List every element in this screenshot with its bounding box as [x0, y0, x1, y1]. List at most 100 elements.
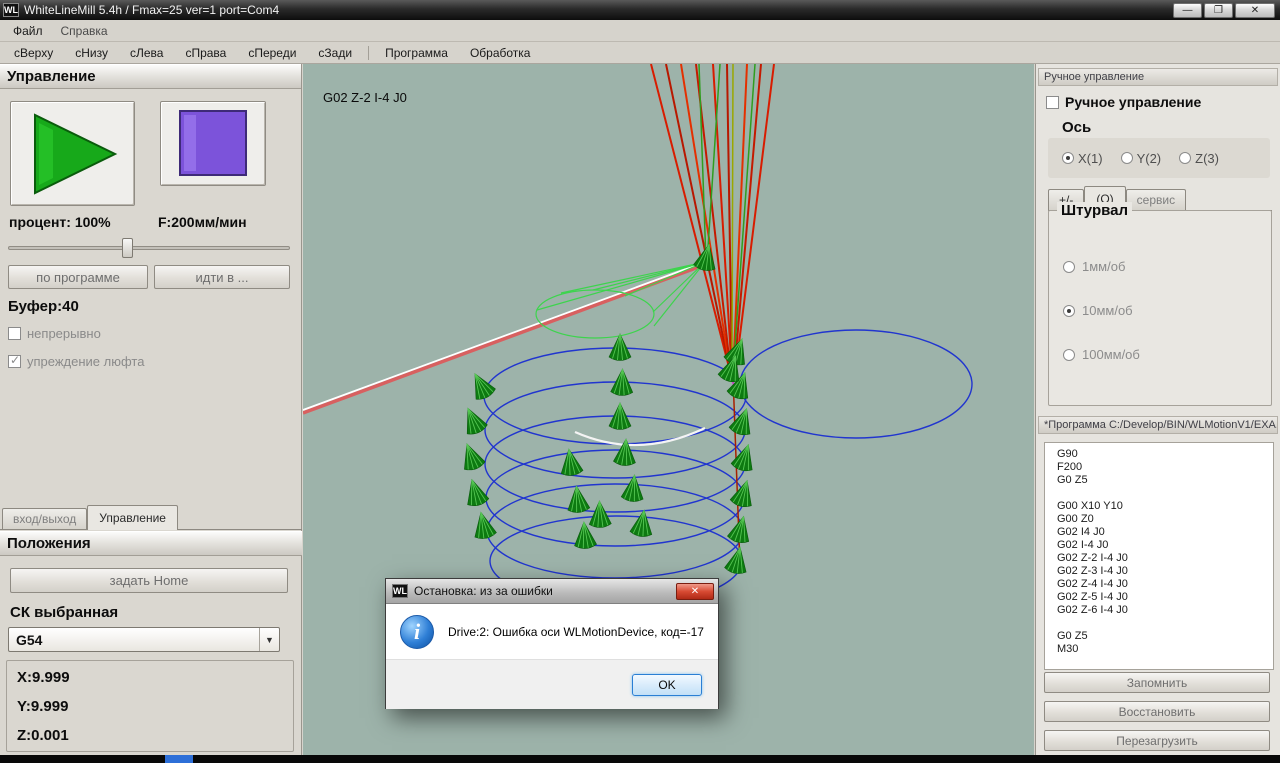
axis-x-radio[interactable]: X(1) — [1062, 151, 1103, 166]
wheel-1mm-radio[interactable]: 1мм/об — [1063, 259, 1125, 274]
positions-header: Положения — [0, 531, 302, 556]
stop-button[interactable] — [160, 101, 266, 186]
toolbar-processing[interactable]: Обработка — [462, 44, 539, 62]
x-position: X:9.999 — [17, 669, 70, 686]
toolbar-view-top[interactable]: сВерху — [6, 44, 61, 62]
backlash-checkbox-box[interactable] — [8, 353, 21, 368]
manual-control-checkbox[interactable]: Ручное управление — [1046, 94, 1201, 110]
handwheel-group-label: Штурвал — [1057, 202, 1132, 219]
error-message: Drive:2: Ошибка оси WLMotionDevice, код=… — [448, 624, 704, 639]
current-gcode-label: G02 Z-2 I-4 J0 — [323, 90, 407, 105]
window-title: WhiteLineMill 5.4h / Fmax=25 ver=1 port=… — [24, 3, 280, 17]
menu-file[interactable]: Файл — [4, 21, 52, 41]
start-button[interactable] — [10, 101, 135, 206]
axis-y-label: Y(2) — [1136, 150, 1162, 166]
axis-z-label: Z(3) — [1195, 150, 1219, 166]
restore-program-button[interactable]: Восстановить — [1044, 701, 1270, 722]
percent-label: процент: 100% — [9, 214, 111, 230]
error-dialog-body: i Drive:2: Ошибка оси WLMotionDevice, ко… — [386, 604, 718, 659]
reload-program-button[interactable]: Перезагрузить — [1044, 730, 1270, 751]
toolbar-separator — [368, 45, 370, 60]
position-readout-group: X:9.999 Y:9.999 Z:0.001 — [6, 660, 294, 752]
toolbar-view-bottom[interactable]: сНизу — [67, 44, 116, 62]
program-dock-caption[interactable]: *Программа C:/Develop/BIN/WLMotionV1/EXA… — [1038, 416, 1278, 434]
wheel-10mm-radio[interactable]: 10мм/об — [1063, 303, 1133, 318]
toolbar-view-left[interactable]: сЛева — [122, 44, 171, 62]
manual-control-panel: Ручное управление Ручное управление Ось … — [1035, 64, 1280, 755]
buffer-label: Буфер:40 — [8, 298, 79, 315]
tab-io[interactable]: вход/выход — [2, 508, 88, 529]
toolbar-view-right[interactable]: сПрава — [177, 44, 234, 62]
chevron-down-icon[interactable]: ▼ — [259, 628, 279, 651]
close-button[interactable]: ✕ — [1235, 2, 1275, 18]
feedrate-label: F:200мм/мин — [158, 214, 247, 230]
title-bar: WL WhiteLineMill 5.4h / Fmax=25 ver=1 po… — [0, 0, 1280, 20]
app-window: WL WhiteLineMill 5.4h / Fmax=25 ver=1 po… — [0, 0, 1280, 763]
axis-x-label: X(1) — [1078, 150, 1103, 166]
set-home-button[interactable]: задать Home — [10, 568, 288, 593]
tab-control[interactable]: Управление — [87, 505, 178, 530]
toolbar-view-front[interactable]: сПереди — [240, 44, 304, 62]
axis-z-radio-dot[interactable] — [1179, 152, 1192, 164]
left-tabbar: вход/выход Управление — [0, 505, 302, 530]
play-icon — [33, 112, 117, 195]
axis-y-radio[interactable]: Y(2) — [1120, 150, 1162, 166]
error-dialog-title: Остановка: из за ошибки — [414, 584, 553, 598]
manual-dock-caption[interactable]: Ручное управление — [1038, 68, 1278, 86]
maximize-button[interactable]: ❐ — [1204, 2, 1233, 18]
axis-header: Ось — [1062, 119, 1091, 136]
backlash-checkbox[interactable]: упреждение люфта — [8, 353, 145, 369]
handwheel-group: Штурвал 1мм/об 10мм/об 100мм/об — [1048, 202, 1272, 406]
coordinate-system-combobox[interactable]: G54 ▼ — [8, 627, 280, 652]
goto-button[interactable]: идти в ... — [154, 265, 290, 289]
axis-selector: X(1) Y(2) Z(3) — [1048, 138, 1270, 178]
cs-label: СК выбранная — [10, 604, 119, 621]
menu-bar: Файл Справка — [0, 20, 1280, 42]
manual-control-checkbox-label: Ручное управление — [1065, 94, 1202, 110]
window-controls: — ❐ ✕ — [1173, 2, 1275, 18]
error-dialog-titlebar: WL Остановка: из за ошибки ✕ — [386, 579, 718, 604]
run-by-program-button[interactable]: по программе — [8, 265, 148, 289]
wheel-100mm-label: 100мм/об — [1082, 347, 1140, 362]
taskbar-item[interactable] — [165, 755, 193, 763]
info-icon: i — [400, 614, 434, 649]
wheel-10mm-label: 10мм/об — [1082, 303, 1133, 318]
ok-button[interactable]: OK — [632, 673, 702, 696]
wheel-10mm-radio-dot[interactable] — [1063, 304, 1075, 317]
wheel-1mm-radio-dot[interactable] — [1063, 260, 1075, 273]
stop-icon — [179, 109, 247, 176]
taskbar-strip — [0, 755, 1280, 763]
view-toolbar: сВерху сНизу сЛева сПрава сПереди сЗади … — [0, 42, 1280, 64]
wheel-1mm-label: 1мм/об — [1082, 259, 1126, 274]
wheel-100mm-radio[interactable]: 100мм/об — [1063, 347, 1140, 362]
error-dialog-footer: OK — [386, 659, 718, 709]
dialog-app-icon: WL — [392, 584, 408, 598]
backlash-checkbox-label: упреждение люфта — [27, 354, 145, 369]
toolbar-program[interactable]: Программа — [377, 44, 456, 62]
control-panel-header: Управление — [0, 64, 301, 89]
percent-slider-thumb[interactable] — [122, 238, 133, 258]
continuous-checkbox[interactable]: непрерывно — [8, 326, 101, 341]
coordinate-system-value: G54 — [16, 631, 43, 648]
axis-header-label: Ось — [1062, 119, 1092, 136]
app-logo-icon: WL — [3, 3, 19, 17]
axis-z-radio[interactable]: Z(3) — [1179, 151, 1219, 166]
control-panel: Управление процент: 100% F:200мм/мин по … — [0, 64, 302, 755]
save-program-button[interactable]: Запомнить — [1044, 672, 1270, 693]
minimize-button[interactable]: — — [1173, 2, 1202, 18]
axis-y-radio-dot[interactable] — [1120, 152, 1133, 164]
manual-control-checkbox-box[interactable] — [1046, 95, 1059, 109]
tab-service[interactable]: сервис — [1125, 189, 1187, 210]
error-dialog: WL Остановка: из за ошибки ✕ i Drive:2: … — [385, 578, 719, 709]
percent-slider-track[interactable] — [8, 246, 290, 250]
gcode-editor[interactable]: G90 F200 G0 Z5 G00 X10 Y10 G00 Z0 G02 I4… — [1044, 442, 1274, 670]
menu-help[interactable]: Справка — [52, 21, 117, 41]
y-position: Y:9.999 — [17, 698, 69, 715]
dialog-close-button[interactable]: ✕ — [676, 582, 714, 600]
continuous-checkbox-label: непрерывно — [27, 326, 101, 341]
axis-x-radio-dot[interactable] — [1062, 152, 1074, 164]
wheel-100mm-radio-dot[interactable] — [1063, 348, 1075, 361]
toolbar-view-back[interactable]: сЗади — [310, 44, 360, 62]
z-position: Z:0.001 — [17, 727, 69, 744]
continuous-checkbox-box[interactable] — [8, 327, 21, 340]
